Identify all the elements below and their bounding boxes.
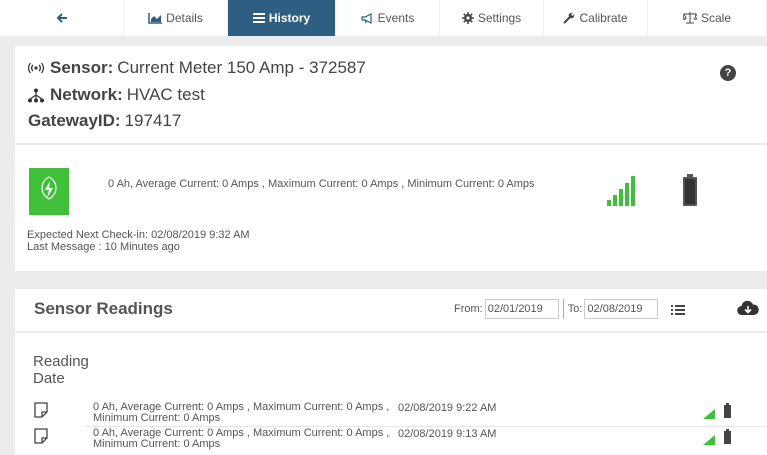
sensor-label: Sensor:: [50, 58, 114, 77]
tab-label: History: [268, 11, 311, 25]
last-message: Last Message : 10 Minutes ago: [27, 241, 180, 253]
from-date-input[interactable]: [484, 299, 559, 319]
network-line: Network: HVAC test: [28, 85, 205, 105]
date-range: From: To:: [454, 299, 659, 319]
tab-back[interactable]: [0, 0, 124, 36]
tab-label: Scale: [700, 11, 732, 25]
divider: [15, 331, 767, 333]
list-view-icon[interactable]: [671, 303, 685, 321]
reading-date: 02/08/2019 9:13 AM: [398, 428, 497, 440]
checkin-info: Expected Next Check-in: 02/08/2019 9:32 …: [27, 229, 250, 253]
reading-date-header: Reading Date: [33, 353, 89, 387]
gateway-id: 197417: [124, 111, 182, 130]
sensor-name: Current Meter 150 Amp - 372587: [117, 58, 366, 77]
cloud-download-icon[interactable]: [737, 300, 759, 321]
wireless-icon: [28, 62, 44, 74]
divider: [562, 299, 564, 319]
signal-strength-icon: [703, 432, 715, 450]
wrench-icon: [563, 12, 575, 24]
tab-label: Events: [377, 11, 415, 25]
current-reading: 0 Ah, Average Current: 0 Amps , Maximum …: [108, 178, 535, 190]
signal-strength-icon: [703, 406, 715, 424]
reading-date: 02/08/2019 9:22 AM: [398, 402, 497, 414]
divider: [15, 143, 767, 145]
to-date-input[interactable]: [584, 299, 659, 319]
readings-title: Sensor Readings: [34, 299, 173, 318]
sensor-status-tile[interactable]: [29, 168, 69, 215]
tab-label: Details: [166, 11, 203, 25]
current-meter-icon: [37, 176, 61, 207]
sensor-line: Sensor: Current Meter 150 Amp - 372587: [28, 58, 366, 78]
reading-value: 0 Ah, Average Current: 0 Amps , Maximum …: [93, 427, 390, 450]
tab-events[interactable]: Events: [336, 0, 440, 36]
signal-strength-icon: [607, 174, 639, 213]
to-label: To:: [567, 303, 583, 315]
tab-label: Calibrate: [579, 11, 628, 25]
battery-icon: [724, 403, 731, 423]
from-label: From:: [454, 303, 483, 315]
table-row[interactable]: 0 Ah, Average Current: 0 Amps , Maximum …: [15, 401, 767, 427]
battery-icon: [724, 429, 731, 449]
sensor-info-card: Sensor: Current Meter 150 Amp - 372587 N…: [15, 46, 767, 271]
help-icon[interactable]: ?: [720, 65, 736, 81]
note-icon[interactable]: [34, 428, 48, 449]
tab-settings[interactable]: Settings: [440, 0, 544, 36]
tab-bar: Details History Events Settings Calibrat…: [0, 0, 767, 36]
tab-history[interactable]: History: [228, 0, 336, 36]
tab-scale[interactable]: Scale: [648, 0, 767, 36]
network-label: Network:: [50, 85, 123, 104]
next-checkin: Expected Next Check-in: 02/08/2019 9:32 …: [27, 229, 250, 241]
chart-icon: [148, 12, 163, 24]
network-name: HVAC test: [126, 85, 205, 104]
megaphone-icon: [361, 12, 374, 24]
tab-calibrate[interactable]: Calibrate: [544, 0, 648, 36]
balance-icon: [682, 12, 697, 24]
gateway-line: GatewayID: 197417: [28, 111, 181, 131]
list-icon: [252, 13, 265, 23]
note-icon[interactable]: [34, 402, 48, 423]
battery-icon: [683, 174, 697, 211]
sensor-readings-card: Sensor Readings From: To: Reading Date 0…: [15, 289, 767, 455]
tab-details[interactable]: Details: [124, 0, 228, 36]
gear-icon: [461, 12, 474, 24]
table-row[interactable]: 0 Ah, Average Current: 0 Amps , Maximum …: [15, 427, 767, 453]
gateway-label: GatewayID:: [28, 111, 121, 130]
tab-label: Settings: [477, 11, 522, 25]
network-icon: [28, 88, 44, 103]
reading-value: 0 Ah, Average Current: 0 Amps , Maximum …: [93, 401, 390, 424]
back-arrow-icon: [56, 12, 68, 24]
